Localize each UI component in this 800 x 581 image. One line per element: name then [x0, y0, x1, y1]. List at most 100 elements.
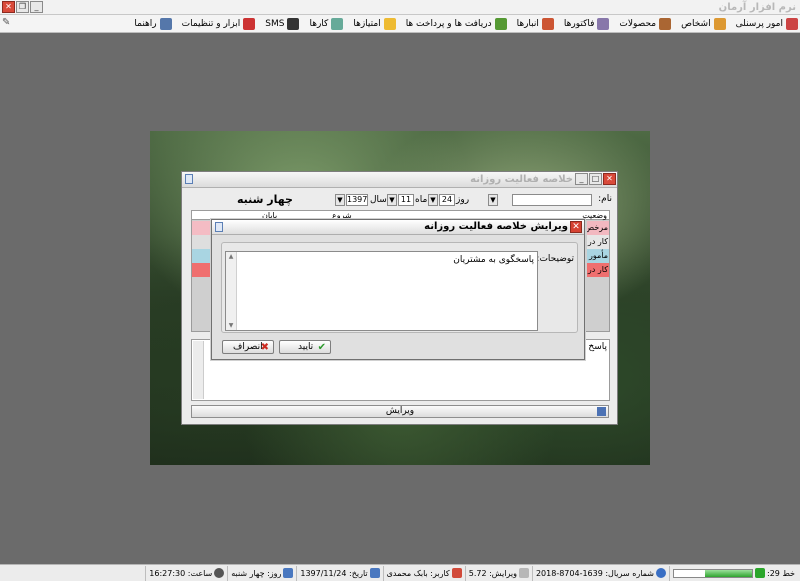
daily-summary-titlebar: خلاصه فعالیت روزانه ✕ □ _: [182, 172, 617, 188]
year-label: سال: [370, 195, 387, 205]
clock-icon: [214, 568, 225, 578]
invoices-icon: [597, 17, 610, 30]
memo-scrollbar[interactable]: [193, 341, 204, 399]
scroll-up-icon[interactable]: ▲: [227, 253, 235, 260]
menu-item-1[interactable]: اشخاص: [681, 17, 726, 30]
version-text: ویرایش: 5.72: [468, 568, 517, 578]
status-cell[interactable]: مرخص: [587, 221, 609, 235]
pen-icon: [518, 568, 529, 578]
name-field[interactable]: [512, 194, 592, 206]
line-progress-bar: [673, 568, 754, 578]
month-dropdown-button[interactable]: ▼: [387, 194, 397, 206]
month-field[interactable]: 11: [398, 194, 414, 206]
status-column: مرخص کار در مأمور کار در: [587, 221, 609, 277]
products-icon: [659, 17, 672, 30]
weekday-label: چهار شنبه: [237, 193, 293, 206]
menu-item-label: محصولات: [619, 18, 657, 29]
menu-item-2[interactable]: محصولات: [619, 17, 672, 30]
memo-label: پاسخ: [588, 342, 607, 352]
year-dropdown-button[interactable]: ▼: [335, 194, 345, 206]
ok-button-label: تایید: [298, 342, 314, 352]
cancel-button[interactable]: ✖ انصراف: [222, 340, 274, 354]
cancel-button-label: انصراف: [233, 342, 263, 352]
year-field[interactable]: 1397: [346, 194, 368, 206]
time-status: ساعت: 16:27:30: [145, 565, 227, 581]
edit-button[interactable]: ویرایش: [191, 405, 609, 418]
menu-item-label: انبارها: [516, 18, 539, 29]
menu-item-6[interactable]: امتیازها: [353, 17, 396, 30]
tools-icon: [243, 17, 256, 30]
menu-item-label: SMS: [265, 18, 285, 29]
daily-summary-title: خلاصه فعالیت روزانه: [470, 174, 573, 185]
serial-status: شماره سریال: 1639-8704-2018: [531, 565, 669, 581]
statusbar: خط 29: شماره سریال: 1639-8704-2018 ویرای…: [0, 564, 800, 581]
window-controls: ✕ ❐ _: [2, 1, 43, 13]
close-window-button[interactable]: ✕: [603, 173, 616, 185]
day-dropdown-button[interactable]: ▼: [428, 194, 438, 206]
dialog-close-button[interactable]: ✕: [570, 221, 582, 233]
menu-item-9[interactable]: ابزار و تنظیمات: [181, 17, 256, 30]
menu-item-label: امتیازها: [353, 18, 381, 29]
app-title: نرم افزار آرمان: [718, 2, 796, 13]
close-window-button[interactable]: ✕: [2, 1, 15, 13]
month-label: ماه: [415, 195, 428, 205]
menu-item-4[interactable]: انبارها: [516, 17, 554, 30]
minimize-window-button[interactable]: _: [575, 173, 588, 185]
menu-item-label: ابزار و تنظیمات: [181, 18, 241, 29]
app-titlebar: ✕ ❐ _ نرم افزار آرمان: [0, 0, 800, 15]
ok-button[interactable]: ✔ تایید: [279, 340, 331, 354]
name-dropdown-button[interactable]: ▼: [488, 194, 498, 206]
description-label: توضیحات:: [536, 254, 574, 264]
description-text: پاسخگوی به مشتریان: [453, 255, 534, 265]
date-text: تاریخ: 1397/11/24: [300, 568, 368, 578]
description-scrollbar[interactable]: ▲ ▼: [226, 252, 237, 330]
status-cell[interactable]: مأمور: [587, 249, 609, 263]
scroll-down-icon[interactable]: ▼: [227, 322, 235, 329]
user-text: کاربر: بابک محمدی: [386, 568, 450, 578]
restore-window-button[interactable]: ❐: [16, 1, 29, 13]
menu-item-5[interactable]: دریافت ها و پرداخت ها: [405, 17, 507, 30]
menu-item-label: کارها: [309, 18, 329, 29]
status-column-header: وضعیت: [582, 211, 607, 220]
menu-item-label: امور پرسنلی: [735, 18, 783, 29]
menu-item-label: دریافت ها و پرداخت ها: [405, 18, 492, 29]
serial-text: شماره سریال: 1639-8704-2018: [535, 568, 655, 578]
status-cell[interactable]: کار در: [587, 235, 609, 249]
date-status: تاریخ: 1397/11/24: [296, 565, 382, 581]
status-cell[interactable]: کار در: [587, 263, 609, 277]
dialog-titlebar: ویرایش خلاصه فعالیت روزانه ✕: [212, 220, 584, 235]
menu-item-8[interactable]: SMS: [265, 17, 300, 30]
sms-icon: [287, 17, 300, 30]
time-text: ساعت: 16:27:30: [149, 568, 213, 578]
user-icon: [451, 568, 462, 578]
edit-icon: [597, 407, 606, 416]
personnel-icon: [786, 17, 798, 30]
tasks-icon: [331, 17, 344, 30]
line-text: خط 29:: [767, 568, 795, 578]
menu-item-0[interactable]: امور پرسنلی: [735, 17, 798, 30]
maximize-window-button[interactable]: □: [589, 173, 602, 185]
calendar-icon: [369, 568, 380, 578]
menu-item-label: راهنما: [134, 18, 157, 29]
check-icon: ✔: [317, 342, 326, 353]
day-field[interactable]: 24: [439, 194, 455, 206]
menu-item-label: اشخاص: [681, 18, 711, 29]
minimize-window-button[interactable]: _: [30, 1, 43, 13]
user-status: کاربر: بابک محمدی: [382, 565, 465, 581]
document-icon: [215, 222, 223, 232]
people-icon: [713, 17, 726, 30]
calendar-day-icon: [283, 568, 294, 578]
dialog-panel: توضیحات: ▲ ▼ پاسخگوی به مشتریان: [221, 242, 578, 333]
help-icon: [159, 17, 172, 30]
menu-item-label: فاکتورها: [563, 18, 595, 29]
day-text: روز: چهار شنبه: [231, 568, 282, 578]
menu-item-10[interactable]: راهنما: [134, 17, 172, 30]
version-status: ویرایش: 5.72: [464, 565, 532, 581]
edit-button-label: ویرایش: [385, 406, 415, 416]
edit-summary-dialog: ویرایش خلاصه فعالیت روزانه ✕ توضیحات: ▲ …: [211, 219, 585, 360]
menu-item-3[interactable]: فاکتورها: [563, 17, 610, 30]
phone-icon: [755, 568, 766, 578]
day-status: روز: چهار شنبه: [227, 565, 296, 581]
description-textarea[interactable]: ▲ ▼ پاسخگوی به مشتریان: [225, 251, 538, 331]
menu-item-7[interactable]: کارها: [309, 17, 344, 30]
